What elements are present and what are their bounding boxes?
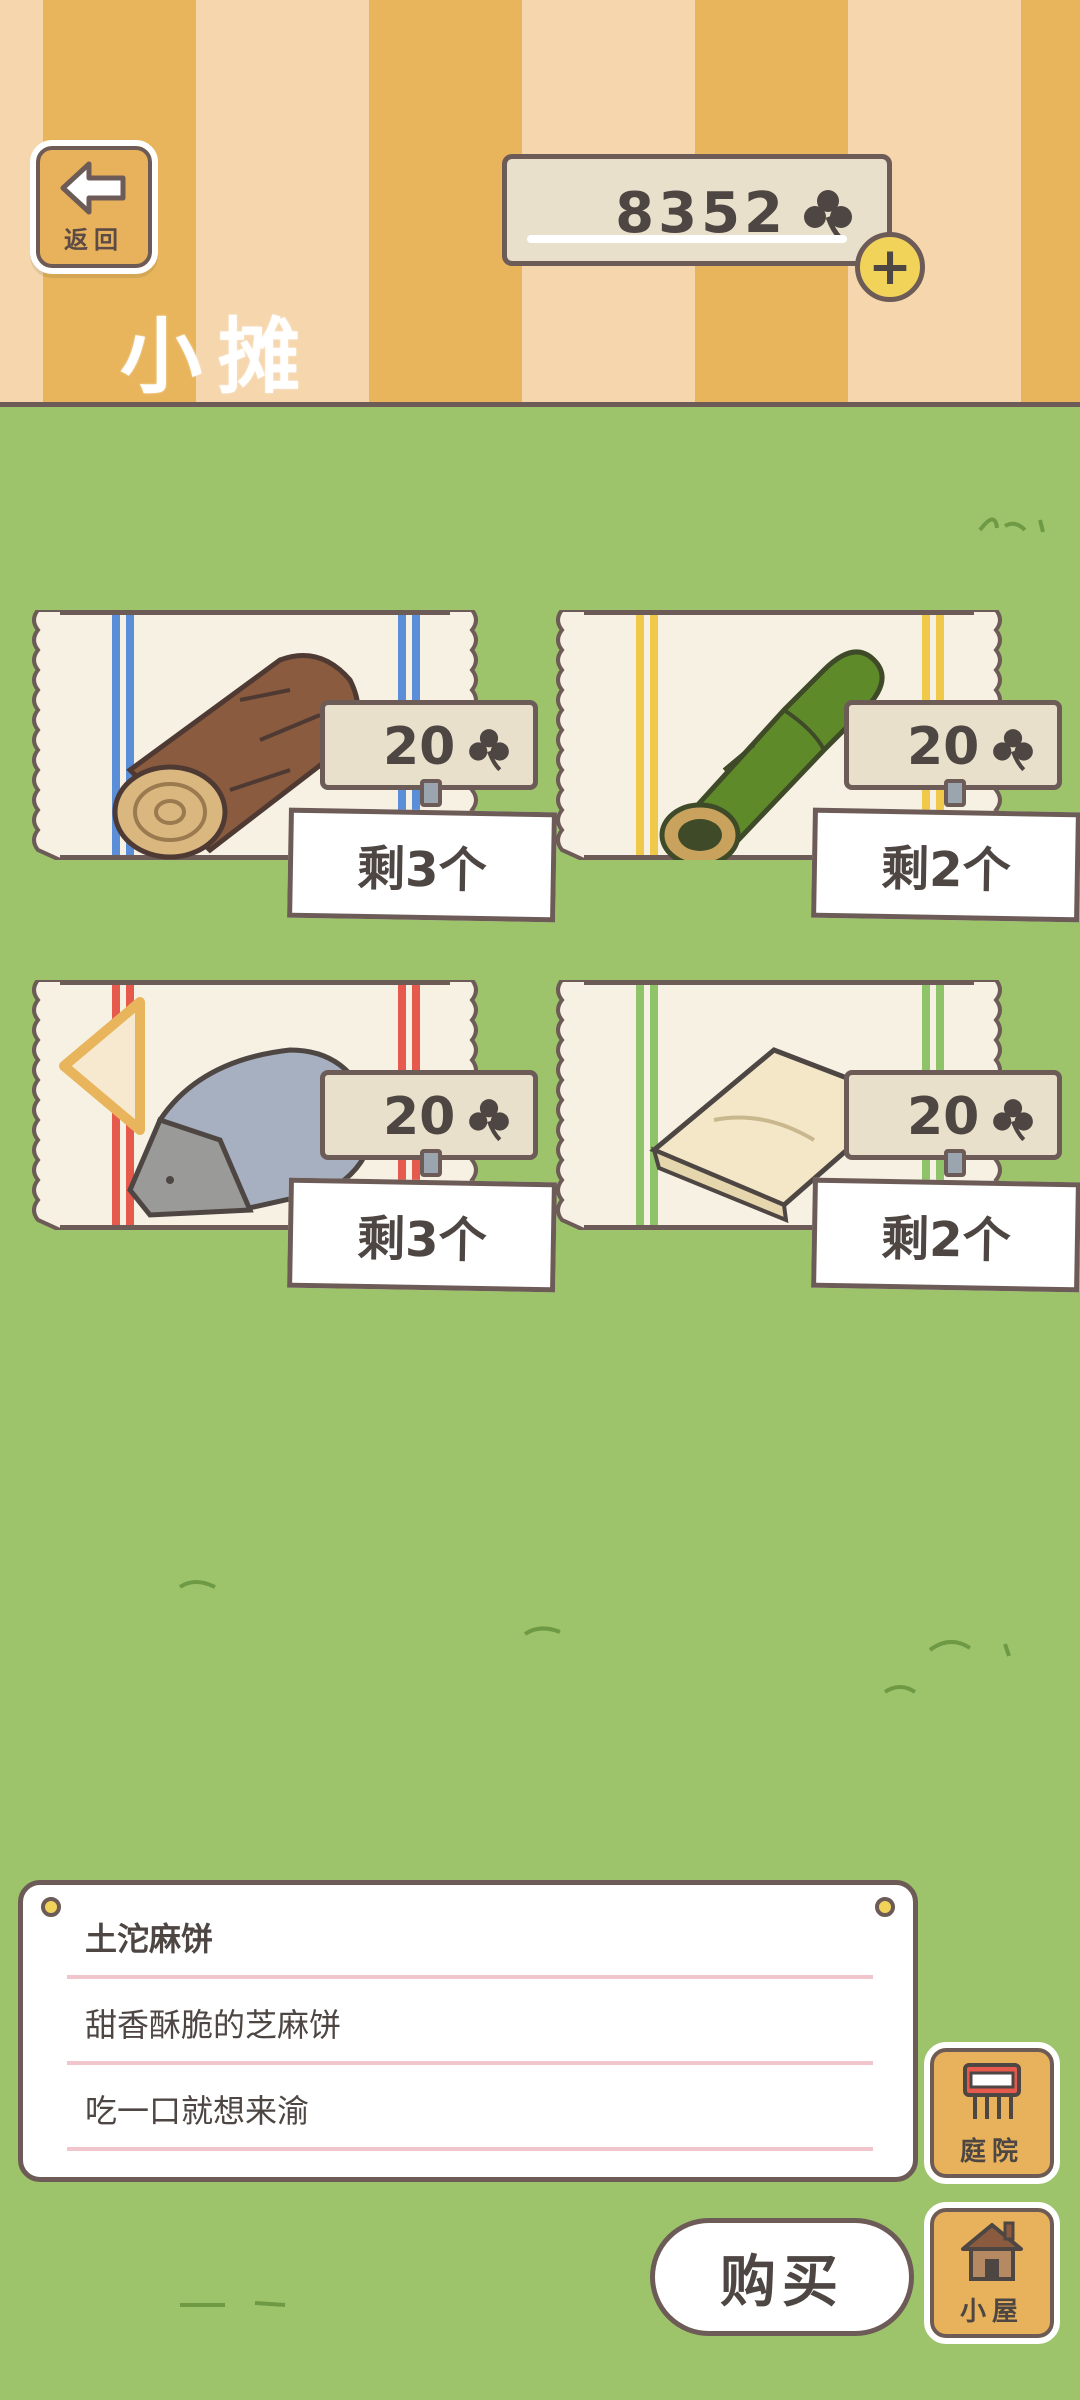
tag-pin	[944, 1149, 966, 1177]
rug-fringe	[556, 610, 584, 860]
item-description-panel: 土沱麻饼 甜香酥脆的芝麻饼 吃一口就想来渝	[18, 1880, 918, 2182]
tag-pin	[944, 779, 966, 807]
add-currency-button[interactable]: +	[855, 232, 925, 302]
rug-fringe	[556, 980, 584, 1230]
back-arrow-icon	[60, 161, 126, 214]
item-desc-line: 甜香酥脆的芝麻饼	[67, 1985, 873, 2065]
rug-fringe	[32, 610, 60, 860]
price-tag: 20	[320, 700, 538, 807]
currency-display: 8352	[502, 154, 892, 266]
grass-tuft	[928, 1640, 1011, 1657]
shop-item-cloth[interactable]: 20 剩2个	[556, 970, 1080, 1300]
stock-label: 剩2个	[811, 1177, 1080, 1293]
item-desc-line: 吃一口就想来渝	[67, 2071, 873, 2151]
page-title: 小摊	[120, 310, 317, 405]
house-button[interactable]: 小屋	[924, 2202, 1060, 2344]
grass-tuft	[523, 1626, 561, 1636]
house-icon	[961, 2221, 1023, 2281]
clover-icon	[993, 729, 1033, 772]
clover-icon	[469, 1099, 509, 1142]
panel-pin	[41, 1897, 61, 1917]
currency-shine	[527, 235, 847, 243]
yard-label: 庭院	[959, 2137, 1024, 2167]
stock-label: 剩3个	[287, 1177, 557, 1293]
house-label: 小屋	[959, 2297, 1024, 2327]
price-value: 20	[907, 1087, 980, 1147]
price-tag: 20	[320, 1070, 538, 1177]
buy-button[interactable]: 购买	[650, 2218, 914, 2336]
back-label: 返回	[64, 225, 124, 254]
grass-tuft	[883, 1685, 917, 1694]
yard-button[interactable]: 庭院	[924, 2042, 1060, 2184]
item-name: 土沱麻饼	[67, 1899, 873, 1979]
grass-tuft	[180, 2301, 286, 2307]
plus-icon: +	[868, 237, 912, 297]
clover-icon	[993, 1099, 1033, 1142]
back-button[interactable]: 返回	[30, 140, 158, 274]
yard-icon	[963, 2063, 1021, 2119]
price-value: 20	[383, 1087, 456, 1147]
clover-icon	[469, 729, 509, 772]
tag-pin	[420, 1149, 442, 1177]
grass-tuft	[978, 517, 1045, 533]
stock-label: 剩2个	[811, 807, 1080, 923]
tag-pin	[420, 779, 442, 807]
panel-pin	[875, 1897, 895, 1917]
prev-page-arrow-icon[interactable]	[54, 996, 146, 1136]
shop-item-bamboo[interactable]: 20 剩2个	[556, 600, 1080, 930]
price-value: 20	[907, 717, 980, 777]
price-value: 20	[383, 717, 456, 777]
stock-label: 剩3个	[287, 807, 557, 923]
shop-item-wood[interactable]: 20 剩3个	[32, 600, 557, 930]
grass-tuft	[178, 1580, 216, 1589]
price-tag: 20	[844, 700, 1062, 807]
price-tag: 20	[844, 1070, 1062, 1177]
